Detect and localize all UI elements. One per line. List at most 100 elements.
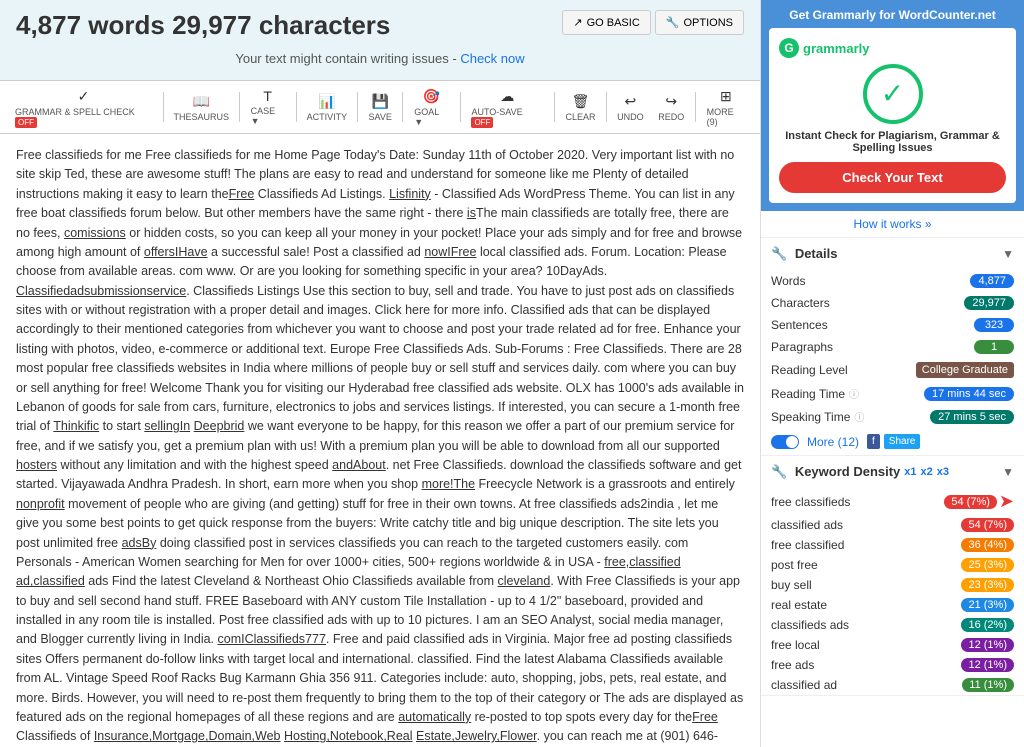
chevron-down-icon: ▼ (1002, 247, 1014, 261)
grid-icon: ⊞ (720, 88, 732, 105)
keyword-row: classifieds ads 16 (2%) (761, 615, 1024, 635)
redo-button[interactable]: ↪ REDO (652, 85, 691, 129)
options-button[interactable]: 🔧 OPTIONS (655, 10, 744, 35)
details-section-header[interactable]: 🔧 Details ▼ (761, 238, 1024, 270)
info-icon: ⓘ (849, 386, 859, 401)
keyword-row: real estate 21 (3%) (761, 595, 1024, 615)
clear-button[interactable]: 🗑 CLEAR (559, 85, 602, 129)
keyword-badge: 11 (1%) (962, 678, 1014, 692)
keyword-row: classified ad 11 (1%) (761, 675, 1024, 695)
keyword-badge: 16 (2%) (961, 618, 1014, 632)
grammarly-logo-text: grammarly (803, 41, 869, 56)
speaking-time-row: Speaking Time ⓘ 27 mins 5 sec (761, 405, 1024, 428)
sentences-row: Sentences 323 (761, 314, 1024, 336)
grammarly-ad: Get Grammarly for WordCounter.net G gram… (761, 0, 1024, 211)
keyword-row: classified ads 54 (7%) (761, 515, 1024, 535)
activity-button[interactable]: 📊 ACTIVITY (301, 85, 353, 129)
more-toggle-row: More (12) f Share (761, 428, 1024, 455)
keyword-badge: 12 (1%) (961, 658, 1014, 672)
redo-icon: ↪ (665, 93, 677, 110)
goal-button[interactable]: 🎯 GOAL ▼ (407, 85, 455, 129)
grammarly-logo-icon: G (779, 38, 799, 58)
divider (239, 92, 240, 122)
divider (606, 92, 607, 122)
keyword-badge: 36 (4%) (961, 538, 1014, 552)
keyword-row: free ads 12 (1%) (761, 655, 1024, 675)
keyword-badge: 23 (3%) (961, 578, 1014, 592)
reading-level-badge: College Graduate (916, 362, 1014, 378)
keyword-row: buy sell 23 (3%) (761, 575, 1024, 595)
keyword-badge: 54 (7%) (961, 518, 1014, 532)
facebook-share-button[interactable]: f (867, 434, 880, 449)
keyword-row: post free 25 (3%) (761, 555, 1024, 575)
red-arrow-icon: ➤ (999, 491, 1014, 512)
keyword-row: free classified 36 (4%) (761, 535, 1024, 555)
check-your-text-button[interactable]: Check Your Text (779, 162, 1006, 193)
words-value: 4,877 (970, 274, 1014, 288)
clear-icon: 🗑 (572, 93, 590, 110)
divider (695, 92, 696, 122)
sentences-value: 323 (974, 318, 1014, 332)
text-icon: T (263, 88, 272, 104)
checkmark-icon: ✓ (78, 88, 90, 105)
undo-icon: ↩ (624, 93, 636, 110)
divider (460, 92, 461, 122)
save-button[interactable]: 💾 SAVE (362, 85, 398, 129)
toggle-circle (786, 436, 798, 448)
keyword-x3[interactable]: x3 (937, 466, 949, 478)
characters-value: 29,977 (964, 296, 1014, 310)
share-icons: f Share (867, 434, 920, 449)
divider (163, 92, 164, 122)
words-row: Words 4,877 (761, 270, 1024, 292)
writing-issues-bar: Your text might contain writing issues -… (16, 45, 744, 72)
wrench-icon: 🔧 (666, 16, 680, 29)
more-toggle[interactable] (771, 435, 799, 449)
divider (554, 92, 555, 122)
thesaurus-button[interactable]: 📖 THESAURUS (168, 85, 235, 129)
more-button[interactable]: ⊞ MORE (9) (700, 85, 752, 129)
divider (402, 92, 403, 122)
grammar-spell-check-button[interactable]: ✓ GRAMMAR & SPELL CHECK OFF (8, 85, 159, 129)
keyword-x2[interactable]: x2 (921, 466, 933, 478)
grammarly-ad-title: Get Grammarly for WordCounter.net (769, 8, 1016, 22)
target-icon: 🎯 (423, 88, 440, 105)
keyword-row: free local 12 (1%) (761, 635, 1024, 655)
how-it-works-link[interactable]: How it works » (761, 211, 1024, 238)
speaking-time-value: 27 mins 5 sec (930, 410, 1014, 424)
paragraphs-value: 1 (974, 340, 1014, 354)
grammarly-description: Instant Check for Plagiarism, Grammar & … (779, 130, 1006, 154)
save-icon: 💾 (371, 93, 388, 110)
auto-save-button[interactable]: ☁ AUTO-SAVE OFF (464, 85, 550, 129)
external-link-icon: ↗ (573, 16, 582, 29)
check-now-link[interactable]: Check now (460, 51, 524, 66)
keyword-badge: 54 (7%) (944, 495, 997, 509)
chevron-down-icon: ▼ (1002, 465, 1014, 479)
keyword-x1[interactable]: x1 (904, 466, 916, 478)
case-button[interactable]: T CASE ▼ (244, 85, 292, 129)
info-icon: ⓘ (854, 409, 864, 424)
reading-level-row: Reading Level College Graduate (761, 358, 1024, 382)
go-basic-button[interactable]: ↗ GO BASIC (562, 10, 650, 35)
toolbar: ✓ GRAMMAR & SPELL CHECK OFF 📖 THESAURUS … (0, 81, 760, 134)
keyword-row: free classifieds 54 (7%) ➤ (761, 488, 1024, 515)
grammarly-logo: G grammarly (779, 38, 1006, 58)
more-link[interactable]: More (12) (807, 435, 859, 449)
keyword-density-section: 🔧 Keyword Density x1 x2 x3 ▼ free classi… (761, 456, 1024, 696)
twitter-share-button[interactable]: Share (884, 434, 921, 449)
right-sidebar: Get Grammarly for WordCounter.net G gram… (760, 0, 1024, 747)
keyword-badge: 21 (3%) (961, 598, 1014, 612)
details-section: 🔧 Details ▼ Words 4,877 Characters 29,97… (761, 238, 1024, 456)
checkmark-circle: ✓ (863, 64, 923, 124)
keyword-density-header[interactable]: 🔧 Keyword Density x1 x2 x3 ▼ (761, 456, 1024, 488)
undo-button[interactable]: ↩ UNDO (611, 85, 650, 129)
word-count-title: 4,877 words 29,977 characters (16, 10, 562, 41)
chart-icon: 📊 (318, 93, 335, 110)
divider (357, 92, 358, 122)
cloud-icon: ☁ (500, 88, 514, 105)
book-icon: 📖 (193, 93, 210, 110)
divider (296, 92, 297, 122)
text-editor[interactable]: Free classifieds for me Free classifieds… (0, 134, 760, 747)
keyword-badge: 12 (1%) (961, 638, 1014, 652)
characters-row: Characters 29,977 (761, 292, 1024, 314)
keyword-badge: 25 (3%) (961, 558, 1014, 572)
